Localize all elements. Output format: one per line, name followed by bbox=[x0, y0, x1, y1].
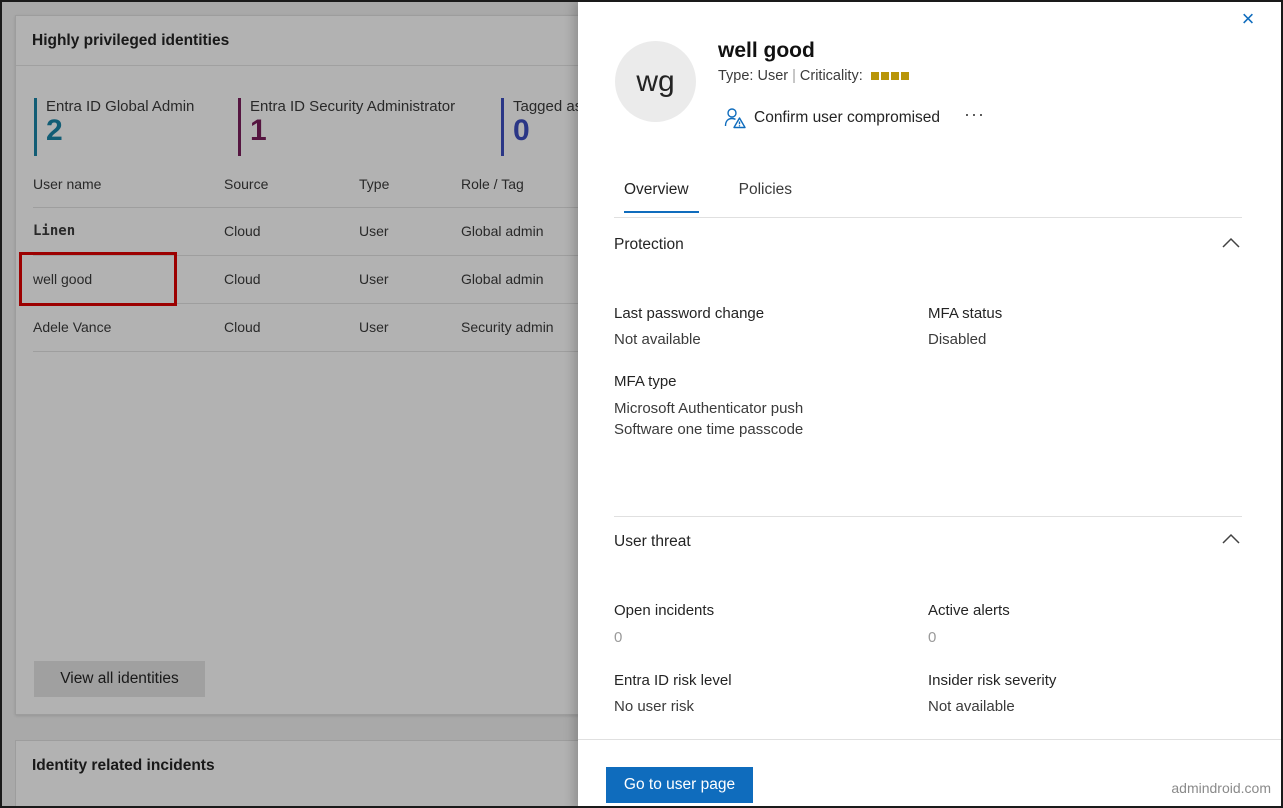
insider-risk-value: Not available bbox=[928, 698, 1015, 715]
tab-bar: Overview Policies bbox=[614, 178, 832, 213]
last-password-label: Last password change bbox=[614, 305, 765, 322]
section-title-user-threat[interactable]: User threat bbox=[614, 533, 691, 551]
go-to-user-page-button[interactable]: Go to user page bbox=[606, 767, 753, 803]
chevron-up-icon[interactable] bbox=[1222, 533, 1240, 545]
confirm-user-compromised-button[interactable]: Confirm user compromised bbox=[724, 106, 940, 130]
active-alerts-value[interactable]: 0 bbox=[928, 627, 936, 648]
risk-level-label: Entra ID risk level bbox=[614, 672, 732, 689]
mfa-type-label: MFA type bbox=[614, 373, 677, 390]
user-details-panel: × wg well good Type: User | Criticality: C… bbox=[578, 2, 1281, 806]
chevron-up-icon[interactable] bbox=[1222, 237, 1240, 249]
risk-level-value: No user risk bbox=[614, 698, 695, 715]
mfa-status-label: MFA status bbox=[928, 305, 1003, 322]
confirm-label: Confirm user compromised bbox=[754, 109, 941, 126]
criticality-label: Criticality: bbox=[799, 68, 863, 84]
tab-overview[interactable]: Overview bbox=[614, 178, 699, 213]
divider bbox=[614, 217, 1242, 218]
insider-risk-label: Insider risk severity bbox=[928, 672, 1057, 689]
tab-policies[interactable]: Policies bbox=[729, 178, 802, 213]
mfa-type-value: Software one time passcode bbox=[614, 421, 804, 438]
last-password-value: Not available bbox=[614, 331, 701, 348]
open-incidents-value[interactable]: 0 bbox=[614, 627, 622, 648]
open-incidents-label: Open incidents bbox=[614, 602, 715, 619]
divider bbox=[578, 739, 1281, 740]
close-icon[interactable]: × bbox=[1237, 8, 1259, 30]
screen: Highly privileged identities Entra ID Gl… bbox=[0, 0, 1283, 808]
user-meta: Type: User | Criticality: bbox=[718, 68, 911, 84]
avatar: wg bbox=[615, 41, 696, 122]
mfa-status-value: Disabled bbox=[928, 331, 987, 348]
user-warning-icon bbox=[724, 108, 746, 129]
user-name: well good bbox=[718, 39, 815, 62]
watermark: admindroid.com bbox=[1171, 780, 1271, 796]
criticality-indicator bbox=[870, 68, 911, 84]
active-alerts-label: Active alerts bbox=[928, 602, 1010, 619]
separator: | bbox=[792, 68, 796, 84]
user-type: Type: User bbox=[718, 68, 789, 84]
mfa-type-value: Microsoft Authenticator push bbox=[614, 400, 804, 417]
section-title-protection[interactable]: Protection bbox=[614, 236, 684, 254]
divider bbox=[614, 516, 1242, 517]
more-options-icon[interactable]: ··· bbox=[964, 104, 985, 125]
